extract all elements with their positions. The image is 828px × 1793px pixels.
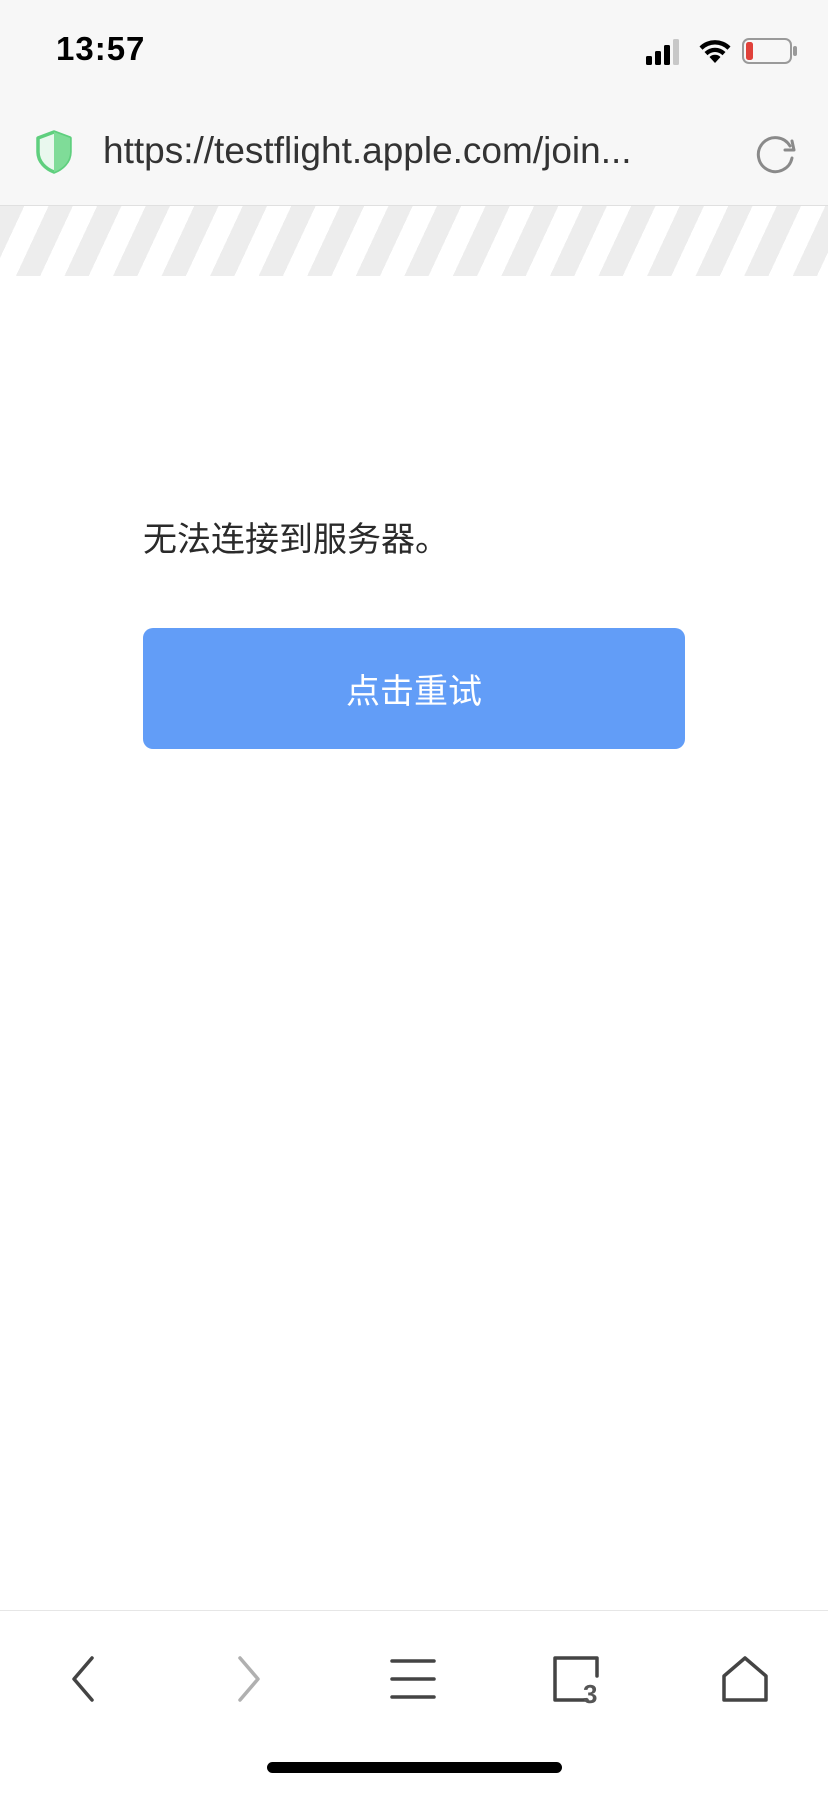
- home-button[interactable]: [705, 1639, 785, 1719]
- browser-screen: 13:57 https://testflight.apple.com/join.…: [0, 0, 828, 1793]
- tabs-count: 3: [583, 1679, 597, 1704]
- address-bar[interactable]: https://testflight.apple.com/join...: [0, 100, 828, 206]
- retry-button[interactable]: 点击重试: [143, 628, 685, 749]
- reload-icon[interactable]: [752, 130, 798, 176]
- chevron-left-icon: [72, 1656, 94, 1702]
- status-bar: 13:57: [0, 0, 828, 100]
- cellular-signal-icon: [646, 39, 679, 65]
- wifi-icon: [699, 40, 731, 63]
- tabs-button[interactable]: 3: [539, 1639, 619, 1719]
- back-button[interactable]: [44, 1639, 124, 1719]
- menu-icon: [390, 1659, 436, 1699]
- home-indicator[interactable]: [267, 1762, 562, 1773]
- home-icon: [722, 1656, 768, 1702]
- tabs-icon: 3: [553, 1656, 599, 1704]
- shield-icon: [36, 130, 72, 174]
- status-time: 13:57: [56, 30, 146, 67]
- chevron-right-icon: [238, 1656, 260, 1702]
- forward-button[interactable]: [208, 1639, 288, 1719]
- battery-low-icon: [742, 38, 797, 64]
- url-text[interactable]: https://testflight.apple.com/join...: [103, 130, 683, 172]
- loading-stripes: [0, 206, 828, 276]
- error-message: 无法连接到服务器。: [143, 520, 449, 560]
- menu-button[interactable]: [373, 1639, 453, 1719]
